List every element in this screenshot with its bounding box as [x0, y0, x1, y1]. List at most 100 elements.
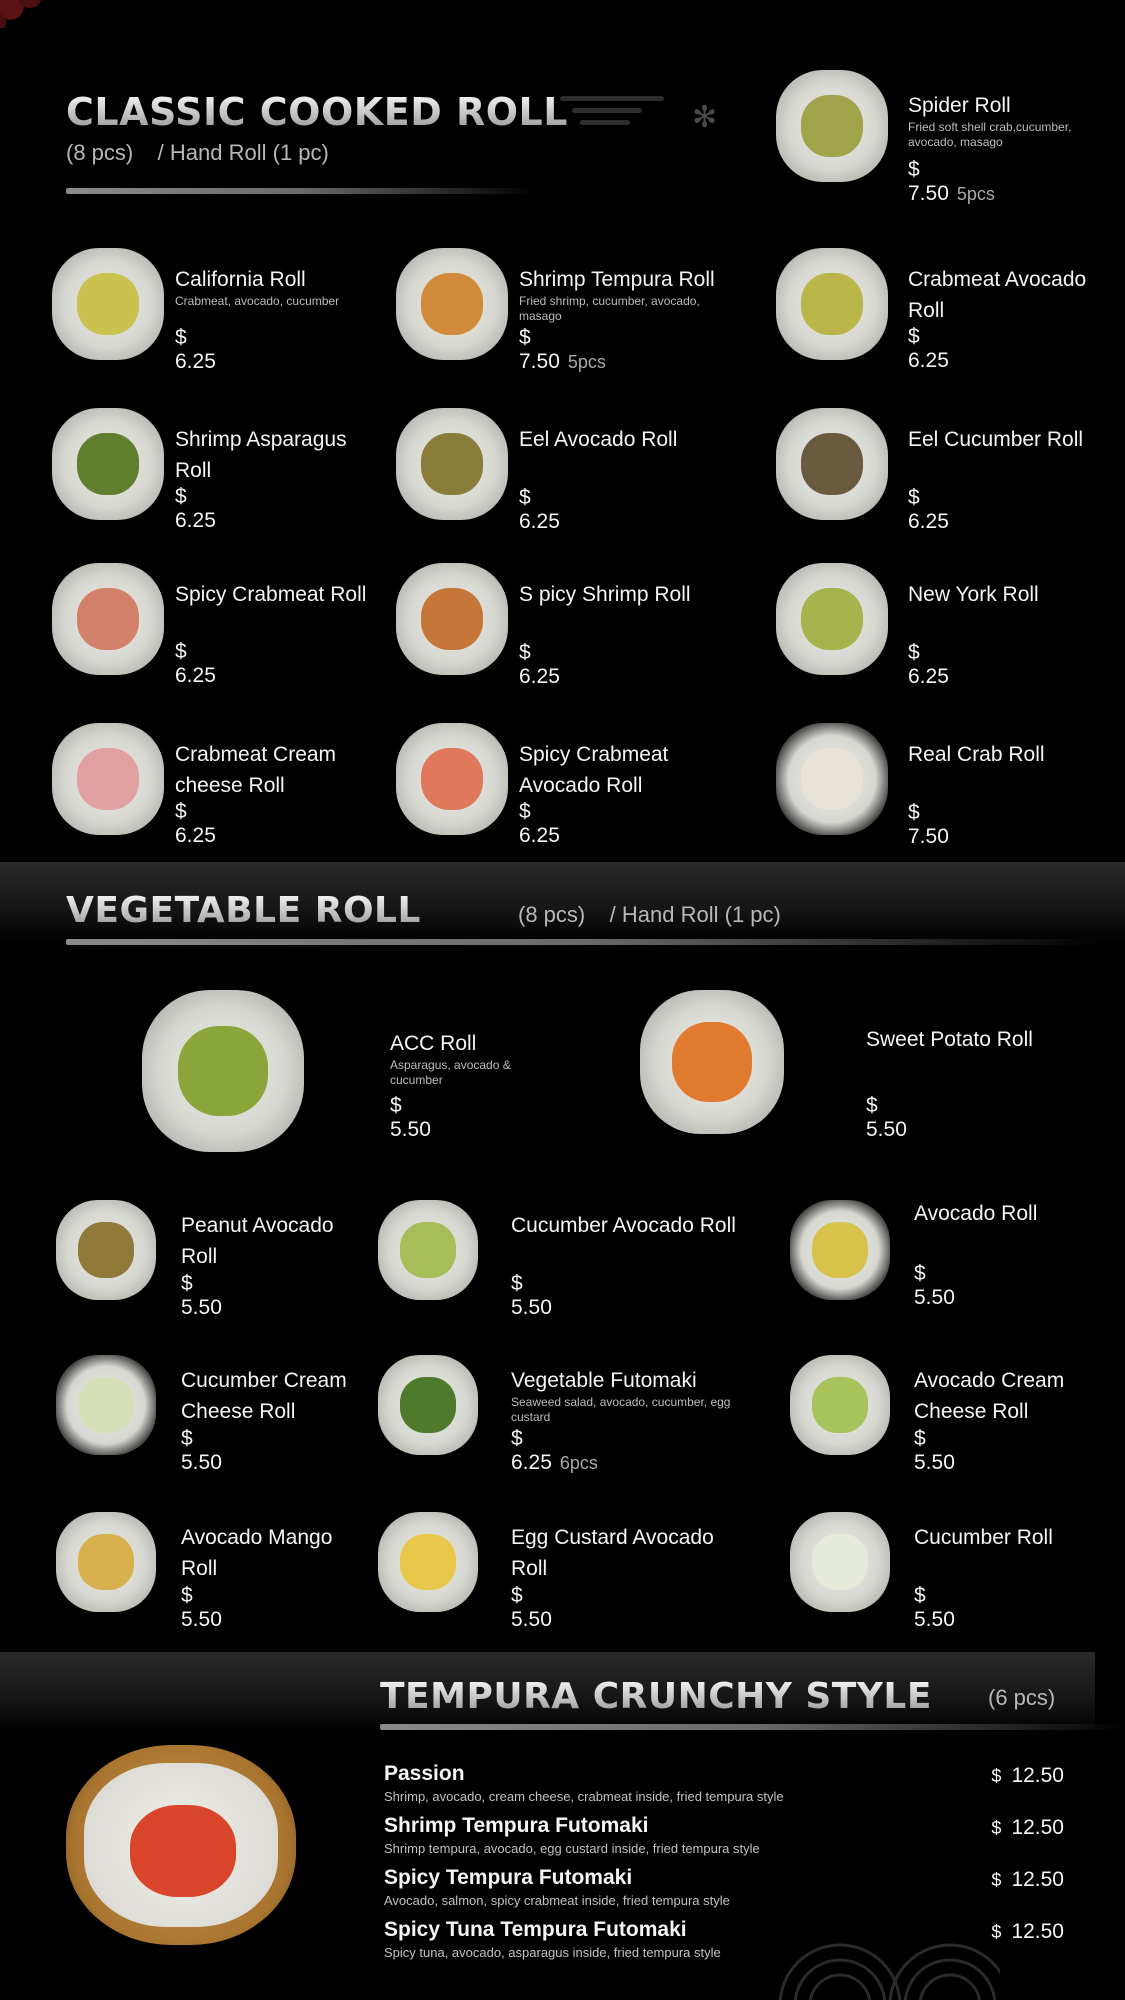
roll-image [776, 248, 888, 360]
tempura-item-shrimp-tempura-futomaki[interactable]: Shrimp Tempura Futomaki Shrimp tempura, a… [384, 1814, 1064, 1862]
item-price: $ 7.50 [908, 801, 949, 849]
price-value: $ 6.25 [908, 641, 949, 688]
roll-image [56, 1512, 156, 1612]
item-name: Avocado Roll [914, 1202, 1038, 1225]
item-name: Cucumber Roll [914, 1526, 1053, 1549]
classic-section-subtitle: (8 pcs) / Hand Roll (1 pc) [66, 140, 329, 165]
item-name: ACC Roll [390, 1032, 477, 1055]
wave-pattern-decoration [778, 1943, 1000, 2000]
classic-section-title: CLASSIC COOKED ROLL [66, 90, 568, 134]
roll-image [396, 408, 508, 520]
item-description: Seaweed salad, avocado, cucumber, egg cu… [511, 1395, 731, 1424]
tempura-item-price: $12.50 [991, 1868, 1064, 1892]
tempura-section-underline [380, 1724, 1125, 1730]
tempura-roll-image [66, 1745, 296, 1945]
item-price: $ 6.25 6pcs [511, 1427, 598, 1475]
roll-image [396, 723, 508, 835]
item-name: Egg Custard Avocado Roll [511, 1526, 714, 1580]
tempura-item-passion[interactable]: Passion Shrimp, avocado, cream cheese, cr… [384, 1762, 1064, 1810]
roll-image [52, 408, 164, 520]
item-name: Avocado Cream Cheese Roll [914, 1369, 1065, 1423]
price-value: $ 6.25 [519, 641, 560, 688]
cherry-blossom-icon [0, 0, 42, 28]
tempura-item-description: Spicy tuna, avocado, asparagus inside, f… [384, 1945, 721, 1960]
item-name: Spicy Crabmeat Avocado Roll [519, 743, 669, 797]
item-name: Shrimp Tempura Roll [519, 268, 715, 291]
roll-image [52, 723, 164, 835]
item-price: $ 5.50 [181, 1427, 222, 1475]
price-value: $ 6.25 [908, 325, 949, 372]
roll-image [56, 1200, 156, 1300]
item-name: Eel Cucumber Roll [908, 428, 1084, 451]
roll-image [52, 248, 164, 360]
price-value: $ 6.25 [175, 326, 216, 373]
roll-image [378, 1512, 478, 1612]
item-price: $ 7.50 5pcs [519, 326, 606, 374]
item-price: $ 6.25 [908, 641, 949, 689]
currency-symbol: $ [991, 1766, 1002, 1786]
item-name: California Roll [175, 268, 306, 291]
roll-image [790, 1200, 890, 1300]
price-value: $ 5.50 [866, 1094, 907, 1141]
price-value: $ 6.25 [519, 486, 560, 533]
item-name: New York Roll [908, 583, 1039, 606]
item-price: $ 6.25 [908, 325, 949, 373]
roll-image [790, 1512, 890, 1612]
item-name: Eel Avocado Roll [519, 428, 678, 451]
price-value: $ 6.25 [511, 1427, 552, 1474]
vegetable-section-underline [66, 939, 1106, 945]
roll-image [52, 563, 164, 675]
tempura-item-spicy-tempura-futomaki[interactable]: Spicy Tempura Futomaki Avocado, salmon, s… [384, 1866, 1064, 1914]
roll-image [396, 248, 508, 360]
tempura-item-name: Shrimp Tempura Futomaki [384, 1814, 649, 1837]
item-name: Real Crab Roll [908, 743, 1045, 766]
price-value: 12.50 [1011, 1920, 1064, 1943]
item-name: Crabmeat Cream cheese Roll [175, 743, 337, 797]
item-name: Spicy Crabmeat Roll [175, 583, 367, 606]
tempura-section-subtitle: (6 pcs) [988, 1685, 1056, 1710]
piece-count: 5pcs [956, 184, 995, 204]
tempura-item-price: $12.50 [991, 1920, 1064, 1944]
tempura-item-name: Spicy Tuna Tempura Futomaki [384, 1918, 687, 1941]
roll-image [776, 563, 888, 675]
flower-icon: ✻ [692, 101, 718, 134]
item-name: Avocado Mango Roll [181, 1526, 333, 1580]
item-price: $ 5.50 [914, 1584, 955, 1632]
price-value: $ 5.50 [914, 1262, 955, 1309]
roll-image [56, 1355, 156, 1455]
roll-image [790, 1355, 890, 1455]
roll-image [142, 990, 304, 1152]
item-price: $ 6.25 [519, 486, 560, 534]
tempura-item-price: $12.50 [991, 1764, 1064, 1788]
item-name: Sweet Potato Roll [866, 1028, 1033, 1051]
item-price: $ 5.50 [390, 1094, 431, 1142]
roll-image [378, 1200, 478, 1300]
tempura-item-description: Shrimp tempura, avocado, egg custard ins… [384, 1841, 760, 1856]
price-value: $ 5.50 [181, 1427, 222, 1474]
price-value: 12.50 [1011, 1868, 1064, 1891]
price-value: $ 7.50 [908, 801, 949, 848]
roll-image [378, 1355, 478, 1455]
price-value: $ 5.50 [390, 1094, 431, 1141]
item-description: Asparagus, avocado & cucumber [390, 1058, 511, 1087]
item-price: $ 6.25 [519, 800, 560, 848]
roll-image [396, 563, 508, 675]
price-value: $ 6.25 [175, 640, 216, 687]
item-description: Crabmeat, avocado, cucumber [175, 294, 340, 308]
price-value: $ 5.50 [914, 1427, 955, 1474]
price-value: $ 5.50 [181, 1272, 222, 1319]
price-value: $ 7.50 [908, 158, 949, 205]
price-value: $ 5.50 [511, 1272, 552, 1319]
item-name: Spider Roll [908, 94, 1011, 117]
item-name: Shrimp Asparagus Roll [175, 428, 347, 482]
item-price: $ 5.50 [511, 1584, 552, 1632]
price-value: $ 6.25 [175, 485, 216, 532]
price-value: $ 5.50 [914, 1584, 955, 1631]
tempura-item-name: Passion [384, 1762, 465, 1785]
item-price: $ 5.50 [181, 1272, 222, 1320]
item-price: $ 5.50 [914, 1427, 955, 1475]
price-value: $ 6.25 [175, 800, 216, 847]
currency-symbol: $ [991, 1818, 1002, 1838]
price-value: $ 6.25 [519, 800, 560, 847]
price-value: $ 6.25 [908, 486, 949, 533]
